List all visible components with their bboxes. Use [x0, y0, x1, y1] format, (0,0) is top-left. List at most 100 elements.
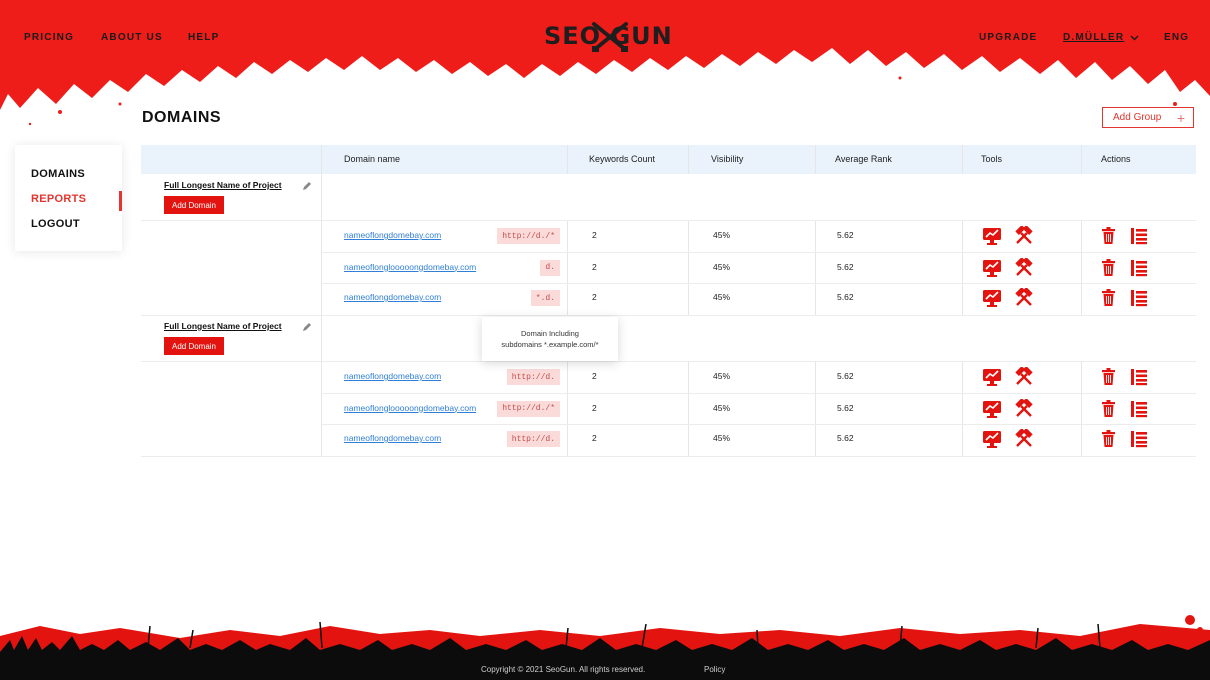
visibility-value: 45% — [713, 230, 731, 240]
pencil-icon[interactable] — [302, 181, 312, 191]
seogun-logo[interactable]: SEO GUN — [540, 16, 680, 58]
tooltip-line: subdomains *.example.com/* — [501, 340, 599, 349]
domain-link[interactable]: nameoflongdomebay.com — [344, 433, 441, 443]
monitor-chart-icon[interactable] — [982, 399, 1002, 419]
trash-icon[interactable] — [1099, 288, 1119, 308]
col-average-rank: Average Rank — [835, 154, 892, 164]
average-rank-value: 5.62 — [837, 230, 854, 240]
average-rank-value: 5.62 — [837, 402, 854, 413]
project-name[interactable]: Full Longest Name of Project — [164, 180, 282, 190]
keywords-count: 2 — [592, 261, 597, 272]
tooltip-line: Domain Including — [521, 329, 579, 338]
list-icon[interactable] — [1129, 258, 1149, 278]
nav-about-us[interactable]: ABOUT US — [101, 32, 163, 43]
grid-line — [567, 220, 568, 315]
average-rank-value: 5.62 — [837, 261, 854, 272]
grid-line — [321, 393, 1196, 394]
average-rank-value: 5.62 — [837, 433, 854, 443]
average-rank-value: 5.62 — [837, 292, 854, 302]
crossed-hammers-icon[interactable] — [1014, 428, 1034, 449]
pencil-icon[interactable] — [302, 322, 312, 332]
visibility-value: 45% — [713, 433, 731, 443]
visibility-value: 45% — [713, 261, 731, 272]
project-name[interactable]: Full Longest Name of Project — [164, 321, 282, 331]
domain-link[interactable]: nameoflongdomebay.com — [344, 292, 441, 302]
crossed-guns-icon — [592, 22, 628, 52]
nav-upgrade[interactable]: UPGRADE — [979, 32, 1037, 43]
footer-policy-link[interactable]: Policy — [704, 665, 725, 674]
grid-line — [962, 361, 963, 456]
add-domain-button[interactable]: Add Domain — [164, 196, 224, 214]
tooltip: Domain Including subdomains *.example.co… — [482, 317, 618, 361]
domain-pattern-badge[interactable]: *.d. — [530, 290, 560, 306]
grid-line — [688, 361, 689, 456]
grid-line — [321, 145, 322, 456]
grid-line — [815, 220, 816, 315]
crossed-hammers-icon[interactable] — [1014, 256, 1034, 278]
crossed-hammers-icon[interactable] — [1014, 225, 1034, 246]
list-icon[interactable] — [1129, 226, 1149, 246]
monitor-chart-icon[interactable] — [982, 226, 1002, 246]
trash-icon[interactable] — [1099, 226, 1119, 246]
grid-line — [962, 145, 963, 174]
visibility-value: 45% — [713, 371, 731, 381]
sidebar-item-reports[interactable]: REPORTS — [31, 193, 86, 205]
sidebar: DOMAINS REPORTS LOGOUT — [15, 145, 122, 251]
keywords-count: 2 — [592, 292, 597, 302]
list-icon[interactable] — [1129, 429, 1149, 449]
domain-link[interactable]: nameoflonglooooongdomebay.com — [344, 403, 476, 413]
grid-line — [141, 456, 1196, 457]
grid-line — [1081, 145, 1082, 174]
domain-link[interactable]: nameoflonglooooongdomebay.com — [344, 262, 476, 272]
add-domain-button[interactable]: Add Domain — [164, 337, 224, 355]
keywords-count: 2 — [592, 402, 597, 413]
grid-line — [815, 361, 816, 456]
grid-line — [1081, 220, 1082, 315]
language-selector[interactable]: ENG — [1164, 32, 1189, 43]
trash-icon[interactable] — [1099, 399, 1119, 419]
nav-help[interactable]: HELP — [188, 32, 219, 43]
trash-icon[interactable] — [1099, 367, 1119, 387]
visibility-value: 45% — [713, 292, 731, 302]
crossed-hammers-icon[interactable] — [1014, 366, 1034, 387]
keywords-count: 2 — [592, 230, 597, 240]
footer-copyright: Copyright © 2021 SeoGun. All rights rese… — [481, 665, 646, 674]
list-icon[interactable] — [1129, 399, 1149, 419]
grid-line — [688, 145, 689, 174]
domain-pattern-badge[interactable]: http://d. — [506, 369, 560, 385]
trash-icon[interactable] — [1099, 258, 1119, 278]
average-rank-value: 5.62 — [837, 371, 854, 381]
user-menu[interactable]: D.MÜLLER — [1063, 32, 1139, 43]
nav-pricing[interactable]: PRICING — [24, 32, 74, 43]
table-header: Domain name Keywords Count Visibility Av… — [141, 145, 1196, 174]
crossed-hammers-icon[interactable] — [1014, 287, 1034, 308]
keywords-count: 2 — [592, 371, 597, 381]
crossed-hammers-icon[interactable] — [1014, 397, 1034, 419]
grid-line — [141, 315, 1196, 316]
list-icon[interactable] — [1129, 367, 1149, 387]
col-visibility: Visibility — [711, 154, 744, 164]
domain-pattern-badge[interactable]: http://d./* — [497, 400, 560, 417]
trash-icon[interactable] — [1099, 429, 1119, 449]
monitor-chart-icon[interactable] — [982, 367, 1002, 387]
domain-link[interactable]: nameoflongdomebay.com — [344, 371, 441, 381]
sidebar-item-logout[interactable]: LOGOUT — [31, 218, 80, 230]
monitor-chart-icon[interactable] — [982, 258, 1002, 278]
col-domain-name: Domain name — [344, 154, 401, 164]
grid-line — [815, 145, 816, 174]
grid-line — [567, 361, 568, 456]
grid-line — [688, 220, 689, 315]
grid-line — [141, 220, 1196, 221]
monitor-chart-icon[interactable] — [982, 429, 1002, 449]
domain-link[interactable]: nameoflongdomebay.com — [344, 230, 441, 240]
domain-pattern-badge[interactable]: http://d. — [506, 431, 560, 447]
monitor-chart-icon[interactable] — [982, 288, 1002, 308]
list-icon[interactable] — [1129, 288, 1149, 308]
grid-line — [321, 283, 1196, 284]
grid-line — [567, 145, 568, 174]
add-group-button[interactable]: Add Group + — [1102, 107, 1194, 128]
domain-pattern-badge[interactable]: d. — [540, 259, 560, 276]
sidebar-item-domains[interactable]: DOMAINS — [31, 168, 85, 180]
grid-line — [962, 220, 963, 315]
domain-pattern-badge[interactable]: http://d./* — [497, 228, 560, 244]
